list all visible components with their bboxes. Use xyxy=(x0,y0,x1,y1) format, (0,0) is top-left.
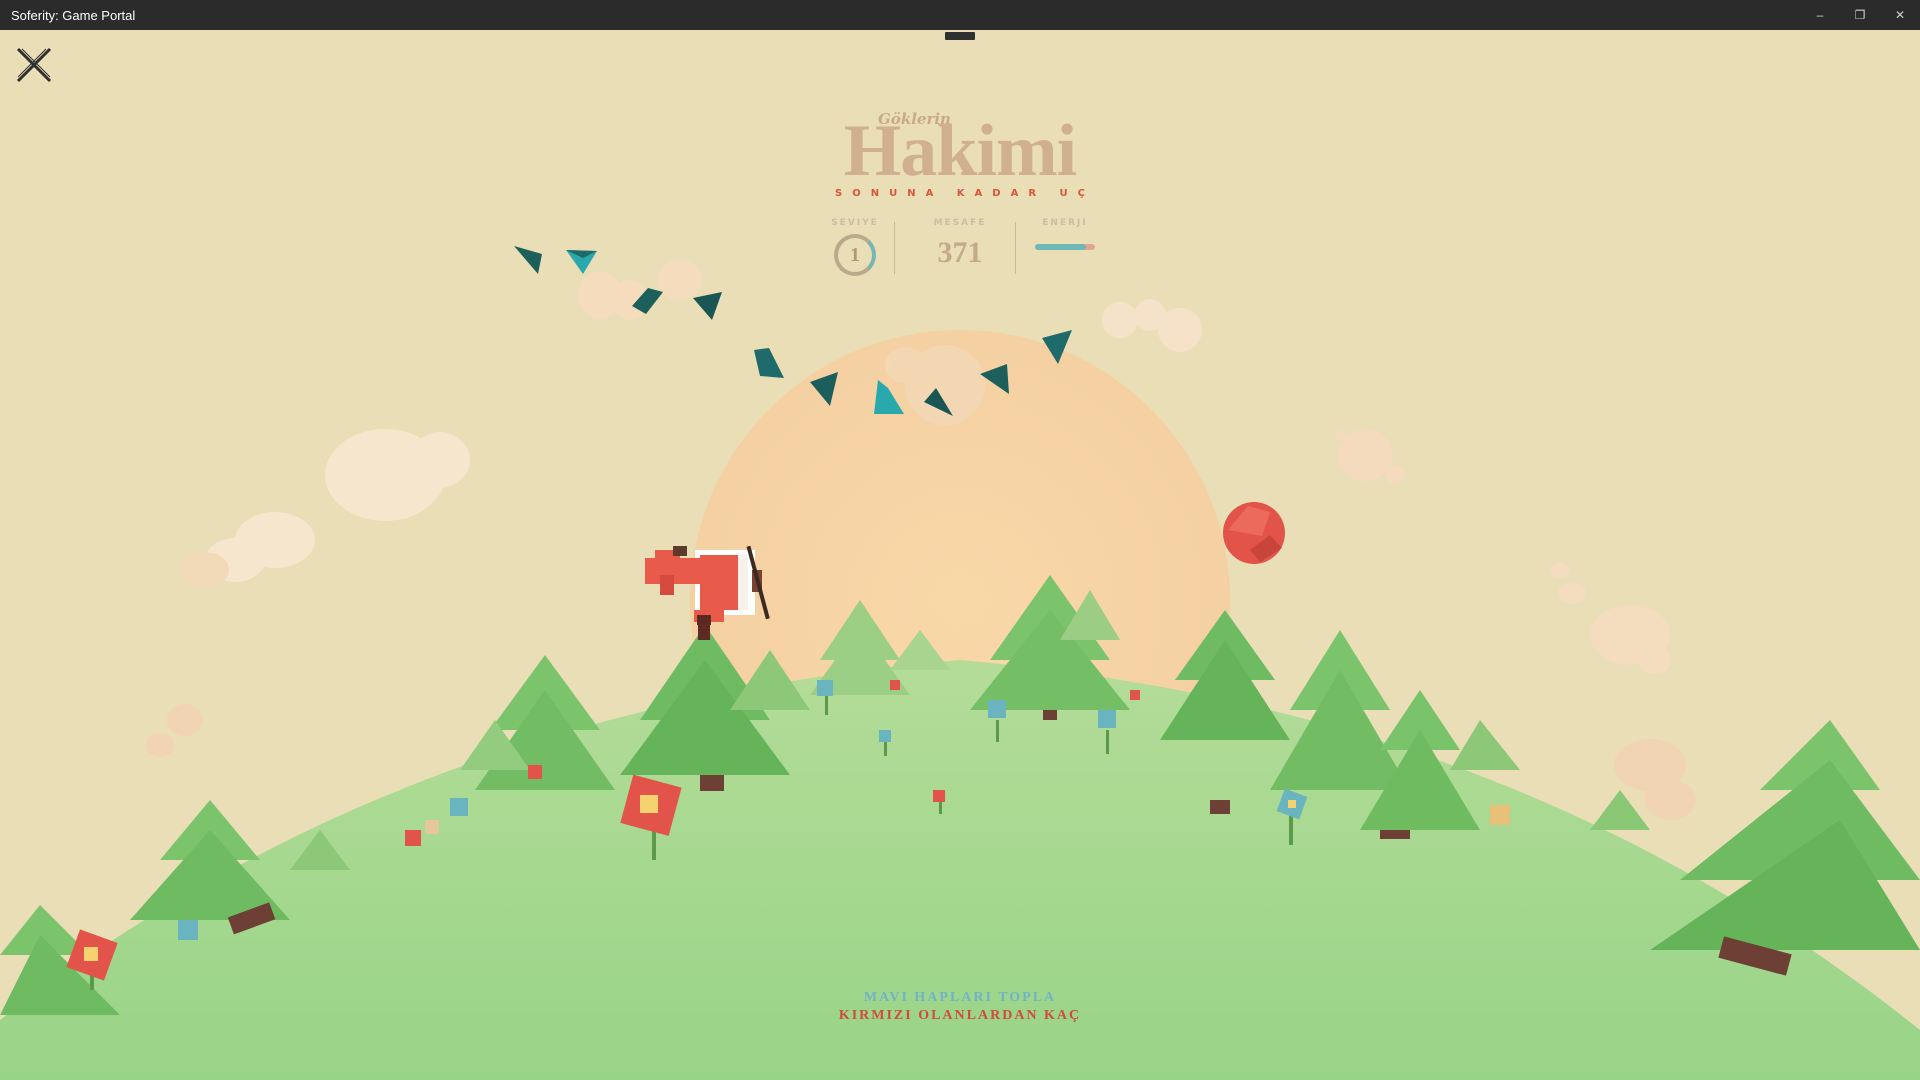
distance-label: MESAFE xyxy=(933,218,987,228)
instruction-collect: MAVI HAPLARI TOPLA xyxy=(863,990,1057,1005)
level-ring: 1 xyxy=(834,234,876,276)
game-canvas[interactable]: Göklerin Hakimi SONUNA KADAR UÇ SEVIYE 1… xyxy=(0,30,1920,1080)
distance-value: 371 xyxy=(937,236,983,269)
top-handle xyxy=(945,32,975,40)
energy-bar-fill xyxy=(1035,244,1086,250)
energy-stat: ENERJI xyxy=(1010,218,1120,250)
instruction-avoid: KIRMIZI OLANLARDAN KAÇ xyxy=(838,1008,1082,1023)
close-game-button[interactable] xyxy=(14,45,54,85)
enemy-red-ball xyxy=(1223,502,1285,564)
logo-subtitle: SONUNA KADAR UÇ xyxy=(835,188,1095,199)
window-title: Soferity: Game Portal xyxy=(11,7,136,23)
close-window-button[interactable]: ✕ xyxy=(1880,0,1920,30)
energy-bar xyxy=(1035,244,1095,250)
stats-panel: SEVIYE 1 MESAFE 371 ENERJI xyxy=(800,218,1120,308)
maximize-button[interactable]: ❐ xyxy=(1840,0,1880,30)
energy-label: ENERJI xyxy=(1042,218,1088,228)
minimize-button[interactable]: – xyxy=(1800,0,1840,30)
distance-stat: MESAFE 371 xyxy=(905,218,1015,270)
level-value: 1 xyxy=(850,243,860,266)
window-titlebar: Soferity: Game Portal – ❐ ✕ xyxy=(0,0,1920,30)
instructions: MAVI HAPLARI TOPLA KIRMIZI OLANLARDAN KA… xyxy=(760,990,1160,1024)
game-logo: Göklerin Hakimi SONUNA KADAR UÇ xyxy=(760,110,1160,199)
stat-divider xyxy=(894,222,895,274)
logo-small-text: Göklerin xyxy=(878,110,951,128)
logo-title: Hakimi xyxy=(843,110,1077,192)
close-x-icon xyxy=(16,47,52,83)
window-controls: – ❐ ✕ xyxy=(1800,0,1920,30)
